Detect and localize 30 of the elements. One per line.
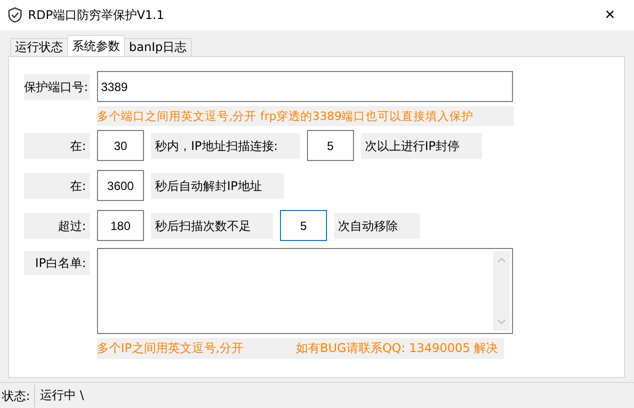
whitelist-field[interactable]: [97, 248, 513, 334]
chevron-up-icon: [497, 257, 506, 263]
hint-text: 多个IP之间用英文逗号,分开: [97, 340, 244, 357]
chevron-down-icon: [497, 319, 506, 325]
number-field[interactable]: 5: [306, 130, 354, 161]
rule-text: 秒后自动解封IP地址: [151, 172, 284, 198]
status-text: 运行中 \: [39, 387, 84, 404]
rule-text: 秒内，IP地址扫描连接:: [151, 132, 300, 158]
field-label: 在:: [24, 172, 90, 198]
rule-text: 秒后扫描次数不足: [151, 212, 273, 238]
field-label: IP白名单:: [24, 251, 90, 275]
number-field[interactable]: 30: [97, 130, 144, 161]
rule-text: 次自动移除: [334, 212, 420, 238]
shield-check-icon: [8, 7, 22, 23]
field-label: 超过:: [24, 212, 90, 238]
close-button[interactable]: ✕: [590, 0, 630, 30]
number-field[interactable]: 3600: [97, 170, 144, 201]
port-field[interactable]: 3389: [97, 71, 513, 102]
tab[interactable]: 运行状态: [10, 38, 68, 56]
window-title: RDP端口防穷举保护V1.1: [28, 6, 166, 24]
field-label: 保护端口号:: [24, 74, 90, 100]
contact-text: 如有BUG请联系QQ: 13490005 解决: [296, 340, 498, 357]
number-field[interactable]: 180: [97, 210, 144, 241]
number-field[interactable]: 5: [280, 210, 327, 241]
tab[interactable]: 系统参数: [67, 35, 125, 56]
tab[interactable]: banIp日志: [124, 38, 192, 56]
hint-text: 多个端口之间用英文逗号,分开 frp穿透的3389端口也可以直接填入保护: [97, 106, 514, 126]
status-label: 状态:: [0, 384, 36, 406]
field-label: 在:: [24, 132, 90, 158]
rule-text: 次以上进行IP封停: [360, 132, 482, 158]
